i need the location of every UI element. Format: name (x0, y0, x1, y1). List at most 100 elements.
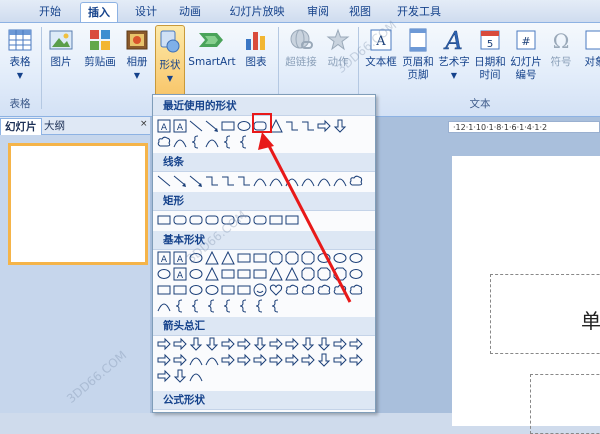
close-icon[interactable]: × (140, 119, 148, 129)
shape-brace-icon[interactable] (221, 135, 235, 149)
shape-arrowR-icon[interactable] (269, 337, 283, 351)
shape-arrowR-icon[interactable] (221, 353, 235, 367)
shape-arrowR-icon[interactable] (269, 353, 283, 367)
shape-brace-icon[interactable] (237, 299, 251, 313)
shape-brace-icon[interactable] (237, 135, 251, 149)
shape-rect-icon[interactable] (221, 283, 235, 297)
shape-curve-icon[interactable] (173, 135, 187, 149)
shape-triangle-icon[interactable] (269, 267, 283, 281)
shape-oct-icon[interactable] (285, 251, 299, 265)
shape-smile-icon[interactable] (253, 283, 267, 297)
shape-curve-icon[interactable] (253, 174, 267, 188)
shape-oct-icon[interactable] (317, 267, 331, 281)
tab-home[interactable]: 开始 (30, 2, 70, 22)
shape-brace-icon[interactable] (173, 299, 187, 313)
slide-thumbnail[interactable] (8, 143, 148, 265)
shape-brace-icon[interactable] (269, 299, 283, 313)
shape-oct-icon[interactable] (269, 251, 283, 265)
shape-arrowD-icon[interactable] (253, 337, 267, 351)
slide-canvas[interactable]: 单 (452, 156, 600, 426)
shape-rect-icon[interactable] (253, 267, 267, 281)
shape-curve-icon[interactable] (189, 353, 203, 367)
picture-button[interactable]: 图片 (44, 27, 78, 89)
shape-textbox-icon[interactable]: A (173, 119, 187, 133)
shape-triangle-icon[interactable] (285, 267, 299, 281)
shape-curve-icon[interactable] (189, 369, 203, 383)
shape-textbox-icon[interactable]: A (157, 119, 171, 133)
hyperlink-button[interactable]: 超链接 (281, 27, 321, 89)
shape-ellipse-icon[interactable] (349, 251, 363, 265)
shape-brace-icon[interactable] (205, 299, 219, 313)
shape-brace-icon[interactable] (253, 299, 267, 313)
shape-arrowR-icon[interactable] (285, 337, 299, 351)
shape-cloud-icon[interactable] (349, 174, 363, 188)
shape-arrowD-icon[interactable] (301, 337, 315, 351)
shape-elbow-icon[interactable] (237, 174, 251, 188)
shapes-button[interactable]: 形状▼ (155, 25, 185, 97)
tab-animation[interactable]: 动画 (170, 2, 210, 22)
smartart-button[interactable]: SmartArt (188, 27, 236, 89)
shape-line-icon[interactable] (189, 119, 203, 133)
shape-elbow-icon[interactable] (221, 174, 235, 188)
shape-curve-icon[interactable] (285, 174, 299, 188)
shape-elbow-icon[interactable] (285, 119, 299, 133)
shape-cloud-icon[interactable] (349, 283, 363, 297)
shape-arrowR-icon[interactable] (301, 353, 315, 367)
shape-rect-icon[interactable] (237, 267, 251, 281)
shape-rect-icon[interactable] (269, 213, 283, 227)
shape-rect-icon[interactable] (221, 119, 235, 133)
shape-arrowD-icon[interactable] (173, 369, 187, 383)
object-button[interactable]: 对象 (580, 27, 600, 89)
shape-curve-icon[interactable] (301, 174, 315, 188)
shape-elbow-icon[interactable] (301, 119, 315, 133)
shape-elbow-icon[interactable] (205, 174, 219, 188)
tab-review[interactable]: 审阅 (298, 2, 338, 22)
album-button[interactable]: 相册▼ (120, 27, 154, 89)
shape-arrowD-icon[interactable] (317, 353, 331, 367)
shape-rect-icon[interactable] (221, 267, 235, 281)
shape-rect-icon[interactable] (157, 283, 171, 297)
shape-arrowline-icon[interactable] (205, 119, 219, 133)
shape-arrowD-icon[interactable] (317, 337, 331, 351)
shape-brace-icon[interactable] (221, 299, 235, 313)
shape-arrowR-icon[interactable] (173, 337, 187, 351)
shape-arrowR-icon[interactable] (157, 369, 171, 383)
shape-heart-icon[interactable] (269, 283, 283, 297)
shape-curve-icon[interactable] (333, 174, 347, 188)
shape-arrowR-icon[interactable] (333, 353, 347, 367)
shape-oct-icon[interactable] (301, 251, 315, 265)
datetime-button[interactable]: 5 日期和 时间 (472, 27, 508, 89)
shape-ellipse-icon[interactable] (333, 251, 347, 265)
shape-textbox-icon[interactable]: A (173, 267, 187, 281)
shape-arrowD-icon[interactable] (189, 337, 203, 351)
shape-cloud-icon[interactable] (285, 283, 299, 297)
shape-ellipse-icon[interactable] (157, 267, 171, 281)
table-button[interactable]: 表格▼ (2, 27, 38, 89)
shape-brace-icon[interactable] (189, 135, 203, 149)
shape-arrowD-icon[interactable] (333, 119, 347, 133)
shape-rect-icon[interactable] (237, 251, 251, 265)
tab-outline[interactable]: 大纲 (40, 118, 69, 135)
shape-arrowline-icon[interactable] (189, 174, 203, 188)
shape-curve-icon[interactable] (205, 135, 219, 149)
shape-arrowline-icon[interactable] (173, 174, 187, 188)
slide-number-button[interactable]: # 幻灯片 编号 (508, 27, 544, 89)
shape-arrowR-icon[interactable] (349, 337, 363, 351)
shape-triangle-icon[interactable] (205, 267, 219, 281)
shape-ellipse-icon[interactable] (189, 267, 203, 281)
title-placeholder[interactable]: 单 (490, 274, 600, 354)
shape-ellipse-icon[interactable] (237, 119, 251, 133)
shape-oct-icon[interactable] (333, 267, 347, 281)
shape-cloud-icon[interactable] (317, 283, 331, 297)
shape-cloud-icon[interactable] (333, 283, 347, 297)
shape-arrowR-icon[interactable] (349, 353, 363, 367)
shape-curve-icon[interactable] (269, 174, 283, 188)
shape-textbox-icon[interactable]: A (157, 251, 171, 265)
shape-arrowR-icon[interactable] (157, 337, 171, 351)
tab-insert[interactable]: 插入 (80, 2, 118, 22)
shape-ellipse-icon[interactable] (317, 251, 331, 265)
shape-roundrect-icon[interactable] (189, 213, 203, 227)
shape-arrowR-icon[interactable] (285, 353, 299, 367)
symbol-button[interactable]: Ω 符号 (546, 27, 576, 89)
shape-triangle-icon[interactable] (221, 251, 235, 265)
